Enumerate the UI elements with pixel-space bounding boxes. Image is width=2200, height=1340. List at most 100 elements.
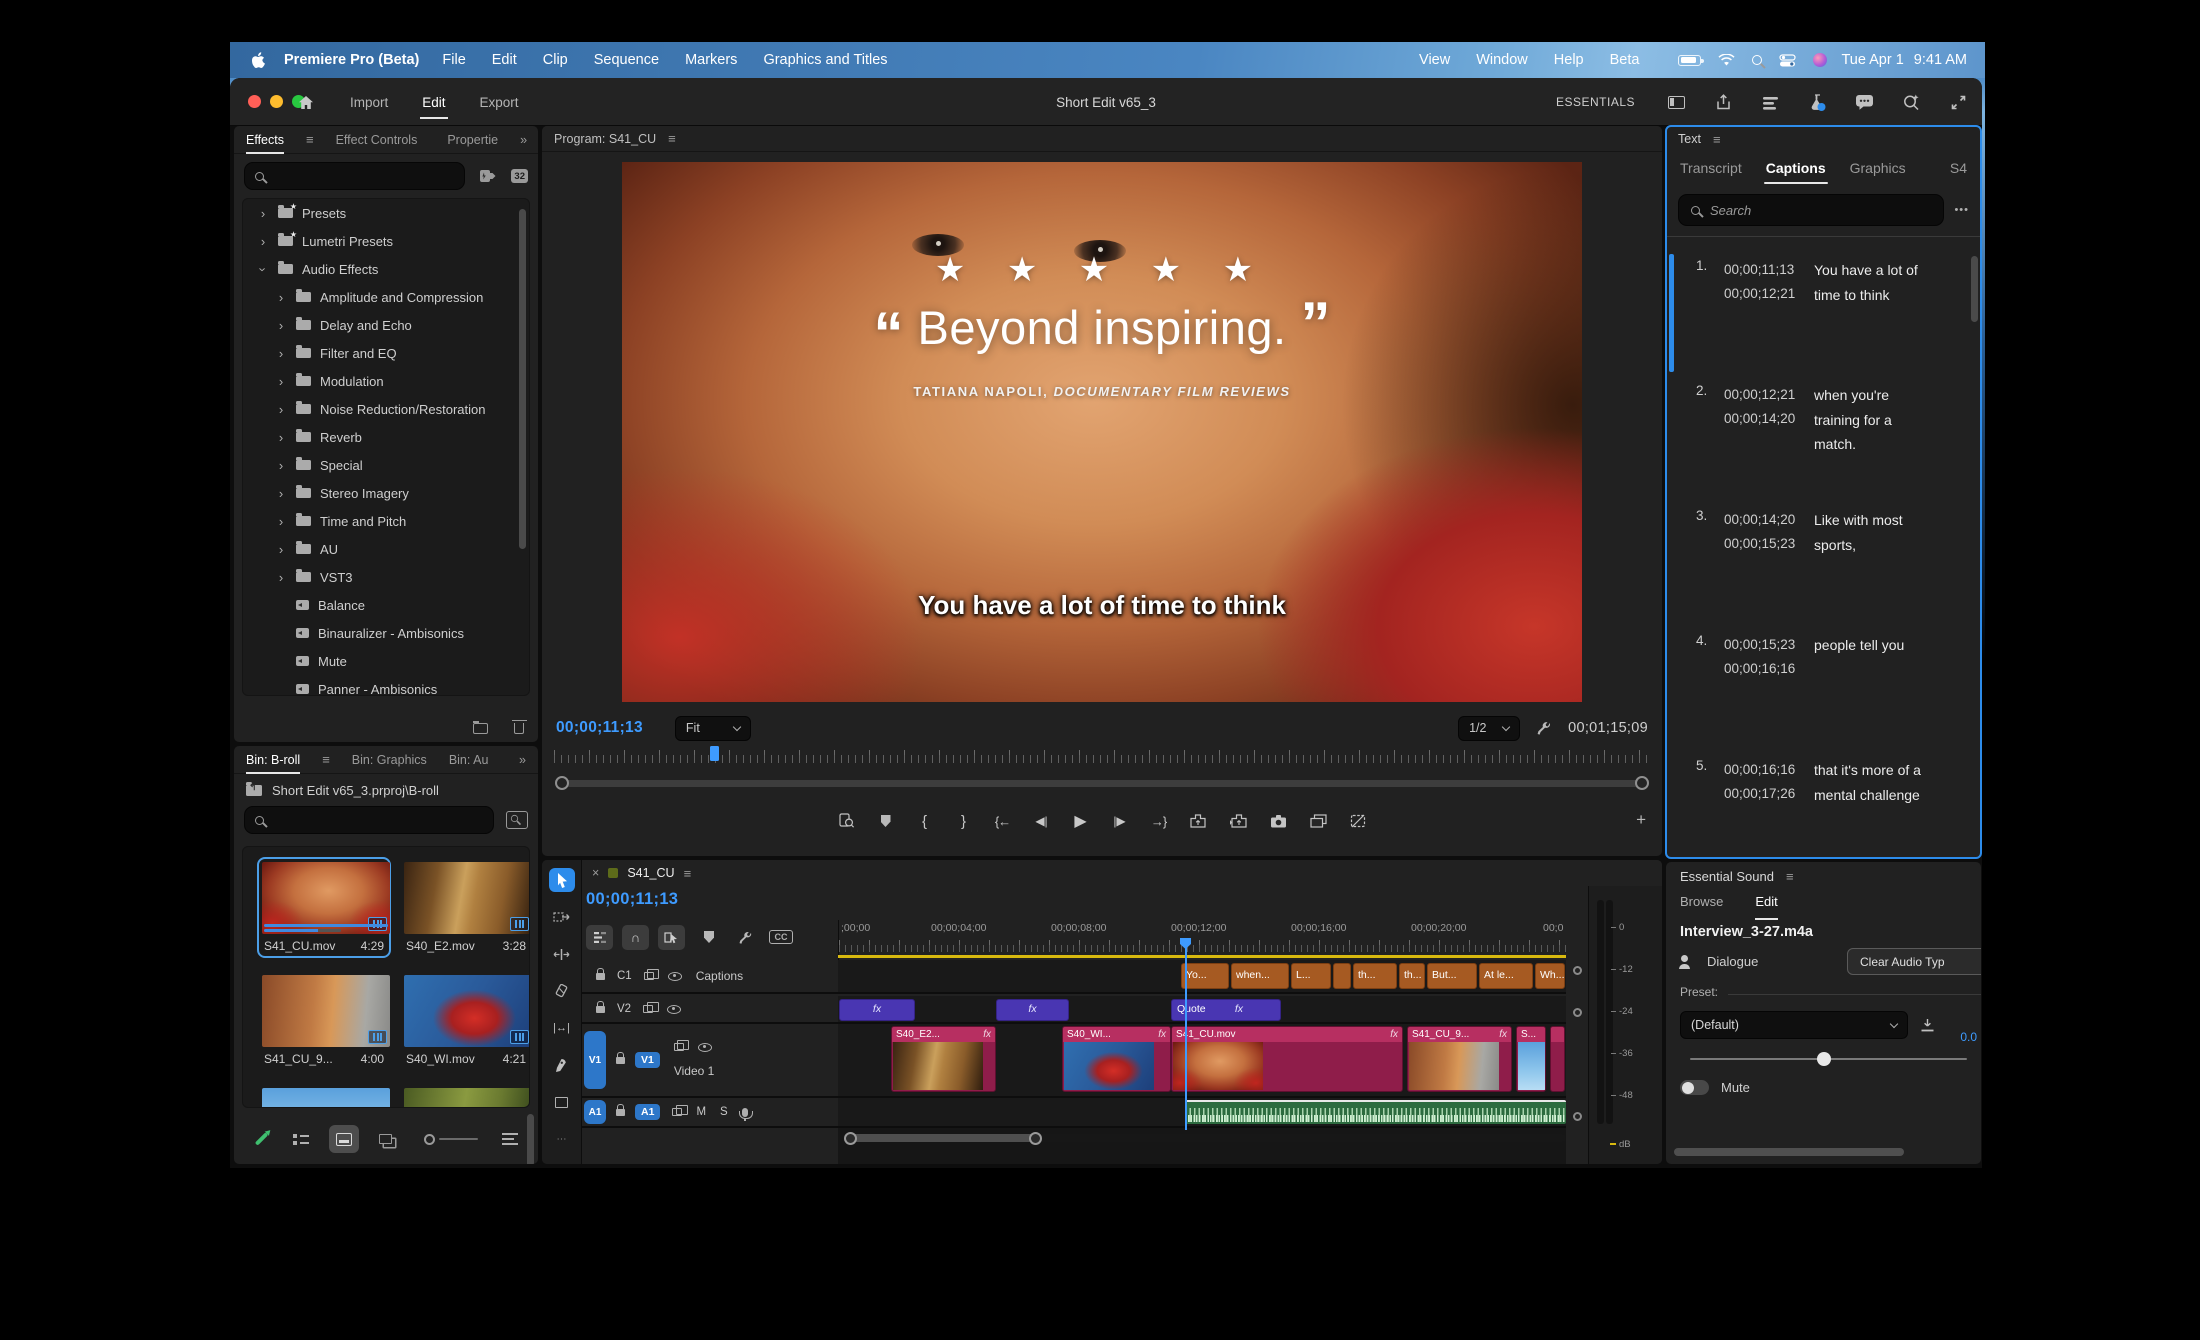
edit-pencil-icon[interactable] (255, 1132, 268, 1145)
caption-text[interactable]: You have a lot of time to think (1814, 258, 1922, 307)
caption-clip[interactable]: At le... (1479, 963, 1533, 989)
menu-clock[interactable]: Tue Apr 1 9:41 AM (1841, 52, 1967, 68)
tab-overflow-icon[interactable]: » (520, 133, 527, 147)
chevron-collapsed-icon[interactable]: › (275, 514, 287, 529)
menu-item-graphics-and-titles[interactable]: Graphics and Titles (763, 52, 887, 68)
lock-icon[interactable] (596, 1006, 605, 1013)
tab-transcript[interactable]: Transcript (1680, 160, 1742, 176)
tab-s4-cut[interactable]: S4 (1950, 160, 1967, 176)
effects-tree-item-binauralizer-ambisonics[interactable]: Binauralizer - Ambisonics (243, 619, 529, 647)
program-header[interactable]: Program: S41_CU (554, 132, 656, 146)
chevron-collapsed-icon[interactable]: › (275, 402, 287, 417)
bin-item-s41-cu-9-[interactable]: S41_CU_9...4:00 (257, 970, 391, 1071)
timeline-ruler[interactable]: ;00;0000;00;04;0000;00;08;0000;00;12;000… (838, 920, 1566, 960)
captions-cc-icon[interactable]: CC (769, 930, 793, 944)
caption-clip[interactable]: L... (1291, 963, 1331, 989)
effects-search-input[interactable] (244, 162, 465, 190)
captions-scrollbar[interactable] (1971, 256, 1978, 322)
vertical-scroll-handle[interactable] (1573, 1112, 1582, 1121)
track-id-v2[interactable]: V2 (617, 1003, 631, 1015)
caption-row-2[interactable]: 2.00;00;12;2100;00;14;20when you're trai… (1666, 375, 1981, 500)
linked-selection-icon[interactable] (658, 925, 685, 950)
source-patch-v1[interactable]: V1 (584, 1031, 606, 1089)
effects-tree-item-balance[interactable]: Balance (243, 591, 529, 619)
hand-tool[interactable]: ⋯ (549, 1127, 575, 1151)
step-back-icon[interactable]: ◀| (1034, 814, 1050, 828)
tab-properties[interactable]: Propertie (447, 133, 498, 147)
wifi-icon[interactable] (1718, 54, 1735, 67)
export-frame-icon[interactable] (1270, 814, 1287, 828)
siri-icon[interactable] (1813, 53, 1827, 67)
source-patch-a1[interactable]: A1 (584, 1100, 606, 1124)
caption-text[interactable]: people tell you (1814, 633, 1922, 658)
accelerated-effects-icon[interactable] (479, 169, 497, 183)
apple-menu-icon[interactable] (248, 50, 268, 70)
search-sparkle-icon[interactable] (1901, 92, 1921, 112)
thumbnail-view-icon[interactable] (329, 1125, 359, 1153)
tab-bin-graphics[interactable]: Bin: Graphics (352, 753, 427, 767)
selection-tool[interactable] (549, 868, 575, 892)
audio-clip-waveform[interactable] (1185, 1100, 1566, 1124)
effects-tree-item-time-and-pitch[interactable]: ›Time and Pitch (243, 507, 529, 535)
effects-tree-item-stereo-imagery[interactable]: ›Stereo Imagery (243, 479, 529, 507)
find-icon[interactable] (506, 811, 528, 829)
track-visibility-icon[interactable] (667, 1005, 681, 1014)
track-solo-button[interactable]: S (720, 1106, 728, 1118)
lock-icon[interactable] (616, 1109, 625, 1116)
caption-clip[interactable]: Wh... (1535, 963, 1565, 989)
video-clip-s40-wi-[interactable]: S40_WI...fx (1062, 1026, 1171, 1092)
beta-flask-icon[interactable] (1807, 92, 1827, 112)
tab-browse[interactable]: Browse (1680, 894, 1723, 916)
volume-slider[interactable] (1690, 1058, 1967, 1060)
graphic-clip[interactable]: fx (996, 999, 1069, 1021)
delete-icon[interactable] (514, 723, 524, 734)
effects-tree-item-au[interactable]: ›AU (243, 535, 529, 563)
menu-item-beta[interactable]: Beta (1610, 52, 1640, 68)
mark-out-icon[interactable]: } (956, 813, 972, 830)
caption-clip[interactable]: th... (1353, 963, 1397, 989)
video-clip-s41-cu-9-[interactable]: S41_CU_9...fx (1407, 1026, 1512, 1092)
battery-icon[interactable] (1678, 55, 1701, 66)
navigate-up-icon[interactable] (246, 785, 262, 796)
bin-item[interactable] (257, 1083, 391, 1108)
marker-icon[interactable] (697, 931, 721, 943)
track-id-c1[interactable]: C1 (617, 970, 632, 982)
tab-bin-audio[interactable]: Bin: Au (449, 753, 489, 767)
share-icon[interactable] (1713, 92, 1733, 112)
workspace-icon[interactable] (1666, 92, 1686, 112)
caption-track-menu-icon[interactable] (1573, 966, 1582, 975)
chevron-collapsed-icon[interactable]: › (275, 430, 287, 445)
razor-tool[interactable] (549, 979, 575, 1003)
play-icon[interactable]: ▶ (1073, 811, 1089, 831)
seek-settings-icon[interactable] (839, 813, 855, 829)
panel-menu-icon[interactable]: ≡ (1786, 869, 1794, 884)
menu-item-file[interactable]: File (442, 52, 465, 68)
graphic-clip-quote[interactable]: Quotefx (1171, 999, 1281, 1021)
tab-effects[interactable]: Effects (246, 133, 284, 147)
effects-tree-item-vst3[interactable]: ›VST3 (243, 563, 529, 591)
pen-tool[interactable] (549, 1053, 575, 1077)
save-preset-icon[interactable] (1920, 1018, 1935, 1032)
caption-clip[interactable]: Yo... (1181, 963, 1229, 989)
effects-tree-item-special[interactable]: ›Special (243, 451, 529, 479)
goto-in-icon[interactable]: {← (995, 814, 1011, 829)
list-view-icon[interactable] (293, 1133, 309, 1146)
chevron-collapsed-icon[interactable]: › (275, 290, 287, 305)
ripple-edit-tool[interactable] (549, 942, 575, 966)
caption-clip[interactable]: But... (1427, 963, 1477, 989)
chevron-collapsed-icon[interactable]: › (275, 346, 287, 361)
bin-search-input[interactable] (244, 806, 494, 834)
effects-tree-item-modulation[interactable]: ›Modulation (243, 367, 529, 395)
caption-clip[interactable]: when... (1231, 963, 1289, 989)
menu-item-clip[interactable]: Clip (543, 52, 568, 68)
chevron-collapsed-icon[interactable]: › (275, 374, 287, 389)
zoom-level-select[interactable]: Fit (675, 716, 751, 741)
workspace-label[interactable]: ESSENTIALS (1556, 95, 1635, 109)
bin-item-s41-cu-mov[interactable]: S41_CU.mov4:29 (257, 857, 391, 958)
track-select-forward-tool[interactable] (549, 905, 575, 929)
playback-resolution-select[interactable]: 1/2 (1458, 716, 1520, 741)
marker-icon[interactable] (878, 815, 894, 827)
sequence-tab[interactable]: S41_CU (627, 866, 674, 880)
caption-row-4[interactable]: 4.00;00;15;2300;00;16;16people tell you (1666, 625, 1981, 750)
lift-icon[interactable] (1190, 814, 1206, 828)
